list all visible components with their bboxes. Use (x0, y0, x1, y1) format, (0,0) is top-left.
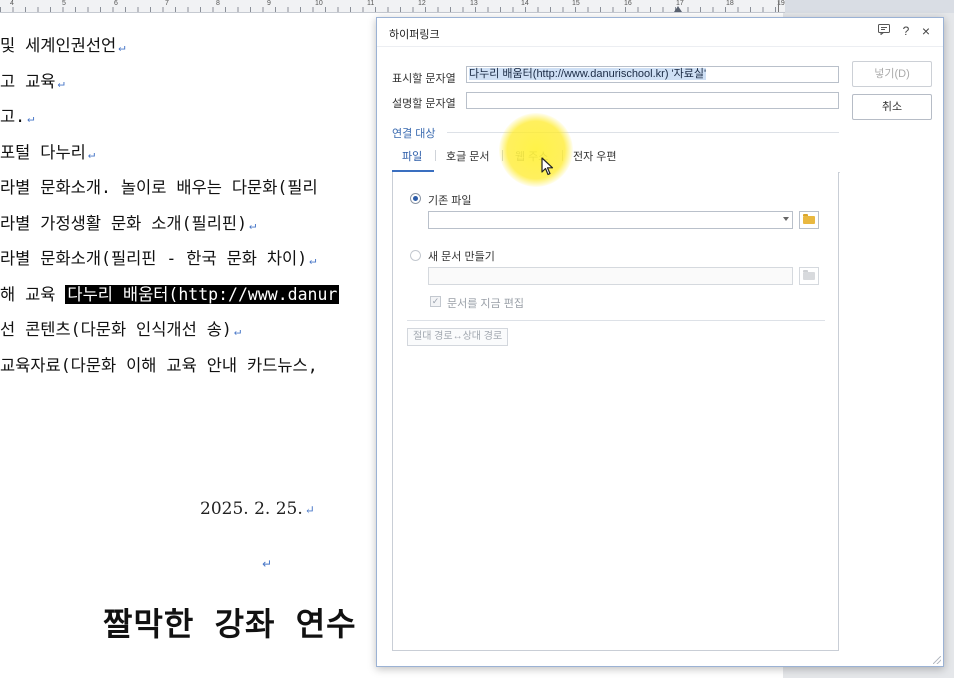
tab-web-address[interactable]: 웹 주소 (515, 148, 548, 164)
ruler-number: 16 (624, 0, 632, 7)
chevron-down-icon (783, 217, 789, 221)
comment-icon[interactable] (877, 24, 891, 38)
doc-line: 고. ↵ (0, 107, 35, 126)
ruler-indent-marker[interactable] (674, 6, 682, 12)
hyperlink-dialog: 하이퍼링크 ? × 표시할 문자열 다누리 배움터(http://www.dan… (376, 17, 944, 667)
doc-line: 포털 다누리 ↵ (0, 143, 96, 162)
tab-hangul-document[interactable]: 호글 문서 (446, 148, 490, 164)
edit-now-label: 문서를 지금 편집 (447, 298, 524, 310)
ruler-number: 13 (470, 0, 478, 7)
doc-line: 라별 문화소개(필리핀 - 한국 문화 차이) ↵ (0, 249, 317, 268)
doc-line: 및 세계인권선언 ↵ (0, 36, 126, 55)
doc-line: 해 교육 다누리 배움터(http://www.danur (0, 285, 340, 304)
description-label: 설명할 문자열 (392, 98, 456, 110)
existing-file-combo[interactable] (428, 211, 793, 229)
link-target-tabs: 파일 호글 문서 웹 주소 전자 우편 (392, 146, 840, 173)
path-toggle-button[interactable]: 절대 경로↔상대 경로 (407, 328, 509, 346)
existing-file-label: 기존 파일 (428, 195, 472, 207)
cancel-button[interactable]: 취소 (852, 94, 932, 120)
insert-button[interactable]: 넣기(D) (852, 61, 932, 87)
tab-separator (502, 150, 503, 161)
selected-text[interactable]: 다누리 배움터(http://www.danur (65, 285, 340, 304)
ruler-number: 14 (521, 0, 529, 7)
ruler-number: 11 (367, 0, 375, 7)
doc-line: 고 교육 ↵ (0, 72, 65, 91)
edit-now-checkbox[interactable]: ✓ (430, 296, 441, 307)
new-document-label: 새 문서 만들기 (428, 251, 495, 263)
paragraph-mark: ↵ (262, 557, 273, 571)
ruler-margin-marker[interactable] (778, 1, 779, 12)
ruler-number: 5 (62, 0, 66, 7)
link-target-label: 연결 대상 (392, 128, 436, 140)
dialog-titlebar[interactable]: 하이퍼링크 ? × (377, 18, 943, 47)
browse-file-button[interactable] (799, 211, 819, 229)
ruler-number: 12 (418, 0, 426, 7)
divider (447, 132, 839, 133)
divider (407, 320, 825, 321)
ruler-number: 9 (267, 0, 271, 7)
doc-line: 라별 문화소개. 놀이로 배우는 다문화(필리 (0, 178, 318, 197)
browse-new-doc-button[interactable] (799, 267, 819, 285)
dialog-title: 하이퍼링크 (389, 29, 440, 41)
tab-separator (435, 150, 436, 161)
tab-separator (562, 150, 563, 161)
ruler-number: 4 (10, 0, 14, 7)
close-icon[interactable]: × (919, 24, 933, 38)
tab-panel-file (392, 172, 839, 651)
ruler-number: 7 (165, 0, 169, 7)
doc-heading: 짤막한 강좌 연수 (103, 605, 357, 643)
existing-file-radio[interactable] (410, 193, 421, 204)
description-field[interactable] (466, 92, 839, 109)
ruler-number: 6 (114, 0, 118, 7)
new-document-radio[interactable] (410, 250, 421, 261)
ruler: 4 5 6 7 8 9 10 11 12 13 14 15 16 17 18 1… (0, 0, 785, 13)
ruler-number: 8 (216, 0, 220, 7)
doc-line: 교육자료(다문화 이해 교육 안내 카드뉴스, (0, 356, 318, 375)
ruler-number: 18 (726, 0, 734, 7)
ruler-number: 15 (572, 0, 580, 7)
display-text-field[interactable]: 다누리 배움터(http://www.danurischool.kr) '자료실… (466, 66, 839, 83)
folder-icon (803, 214, 815, 224)
tab-email[interactable]: 전자 우편 (573, 148, 617, 164)
resize-grip-icon[interactable] (933, 656, 941, 664)
doc-line: 선 콘텐츠(다문화 인식개선 송) ↵ (0, 320, 242, 339)
help-icon[interactable]: ? (899, 24, 913, 38)
doc-date: 2025. 2. 25. ↵ (200, 499, 315, 519)
doc-line: 라별 가정생활 문화 소개(필리핀) ↵ (0, 214, 257, 233)
tab-file[interactable]: 파일 (402, 148, 422, 164)
ruler-number: 10 (315, 0, 323, 7)
display-text-label: 표시할 문자열 (392, 73, 456, 85)
folder-icon (803, 270, 815, 280)
new-document-path-field[interactable] (428, 267, 793, 285)
